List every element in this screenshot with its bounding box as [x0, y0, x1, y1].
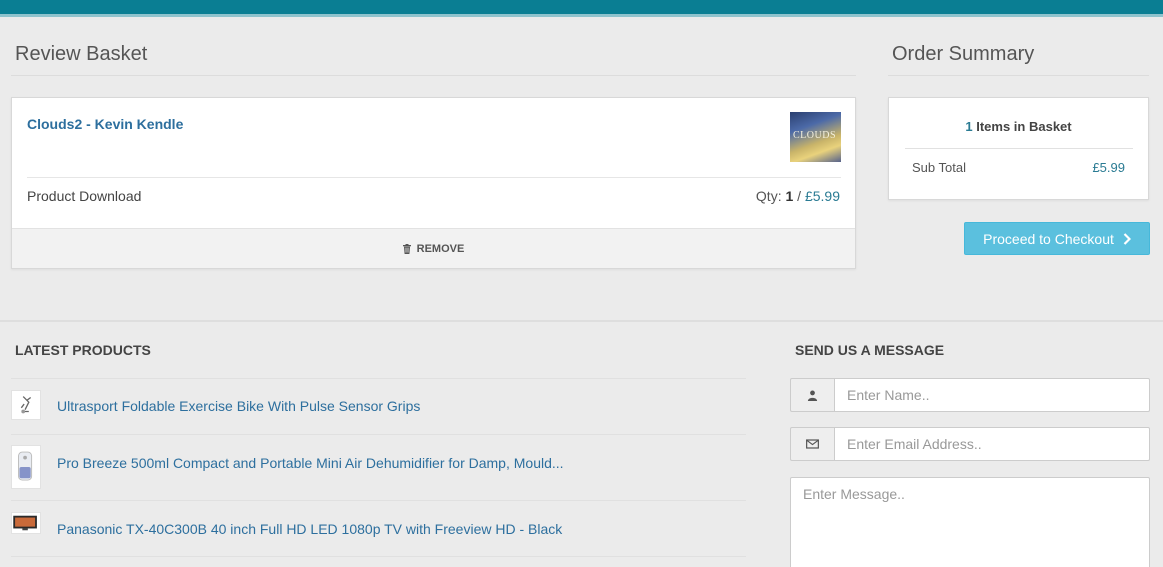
basket-item-card: Clouds2 - Kevin Kendle CLOUDS Product Do…	[11, 97, 856, 269]
latest-rule	[11, 500, 746, 501]
top-bar	[0, 0, 1163, 17]
name-input[interactable]	[834, 378, 1150, 412]
dehumidifier-icon	[18, 451, 33, 481]
qty-label: Qty:	[755, 188, 782, 204]
basket-item-title[interactable]: Clouds2 - Kevin Kendle	[27, 116, 183, 132]
subtotal-label: Sub Total	[912, 160, 966, 175]
section-divider	[0, 320, 1163, 322]
qty-value: 1	[785, 188, 794, 204]
basket-item-quantity-price: Qty: 1 / £5.99	[756, 188, 840, 204]
card-divider	[27, 177, 841, 178]
exercise-bike-icon	[20, 396, 32, 414]
proceed-to-checkout-button[interactable]: Proceed to Checkout	[964, 222, 1150, 255]
items-label: Items in Basket	[976, 119, 1072, 134]
latest-rule	[11, 434, 746, 435]
latest-product-link[interactable]: Panasonic TX-40C300B 40 inch Full HD LED…	[57, 521, 562, 537]
trash-icon	[402, 243, 411, 254]
basket-heading: Review Basket	[15, 43, 148, 65]
summary-divider	[905, 148, 1133, 149]
basket-heading-rule	[11, 75, 856, 76]
envelope-icon	[790, 427, 834, 461]
email-input[interactable]	[834, 427, 1150, 461]
latest-product-link[interactable]: Ultrasport Foldable Exercise Bike With P…	[57, 398, 420, 414]
subtotal-value: £5.99	[1092, 160, 1125, 175]
dehumidifier-thumbnail[interactable]	[11, 445, 41, 489]
contact-heading: SEND US A MESSAGE	[795, 342, 945, 358]
exercise-bike-thumbnail[interactable]	[11, 390, 41, 420]
remove-label: REMOVE	[416, 242, 465, 255]
remove-button[interactable]: REMOVE	[12, 228, 855, 268]
order-summary-card: 1 Items in Basket Sub Total £5.99	[888, 97, 1149, 200]
items-in-basket: 1 Items in Basket	[889, 119, 1148, 134]
item-count: 1	[965, 119, 973, 134]
name-input-group	[790, 378, 1150, 412]
item-price: £5.99	[804, 188, 840, 204]
summary-heading-rule	[888, 75, 1149, 76]
qty-separator: /	[797, 188, 802, 204]
list-item[interactable]: Panasonic TX-40C300B 40 inch Full HD LED…	[11, 512, 746, 546]
latest-product-link[interactable]: Pro Breeze 500ml Compact and Portable Mi…	[57, 455, 564, 471]
email-input-group	[790, 427, 1150, 461]
latest-rule	[11, 378, 746, 379]
list-item[interactable]: Pro Breeze 500ml Compact and Portable Mi…	[11, 445, 746, 489]
thumbnail-text: CLOUDS	[793, 130, 837, 141]
checkout-label: Proceed to Checkout	[983, 230, 1114, 247]
latest-rule	[11, 556, 746, 557]
latest-products-heading: LATEST PRODUCTS	[15, 342, 151, 358]
tv-thumbnail[interactable]	[11, 512, 41, 534]
tv-icon	[13, 515, 37, 531]
list-item[interactable]: Ultrasport Foldable Exercise Bike With P…	[11, 388, 746, 422]
basket-item-thumbnail[interactable]: CLOUDS	[790, 112, 841, 162]
basket-item-type: Product Download	[27, 188, 142, 204]
message-textarea[interactable]	[790, 477, 1150, 567]
chevron-right-icon	[1123, 232, 1131, 245]
user-icon	[790, 378, 834, 412]
summary-heading: Order Summary	[892, 43, 1035, 65]
